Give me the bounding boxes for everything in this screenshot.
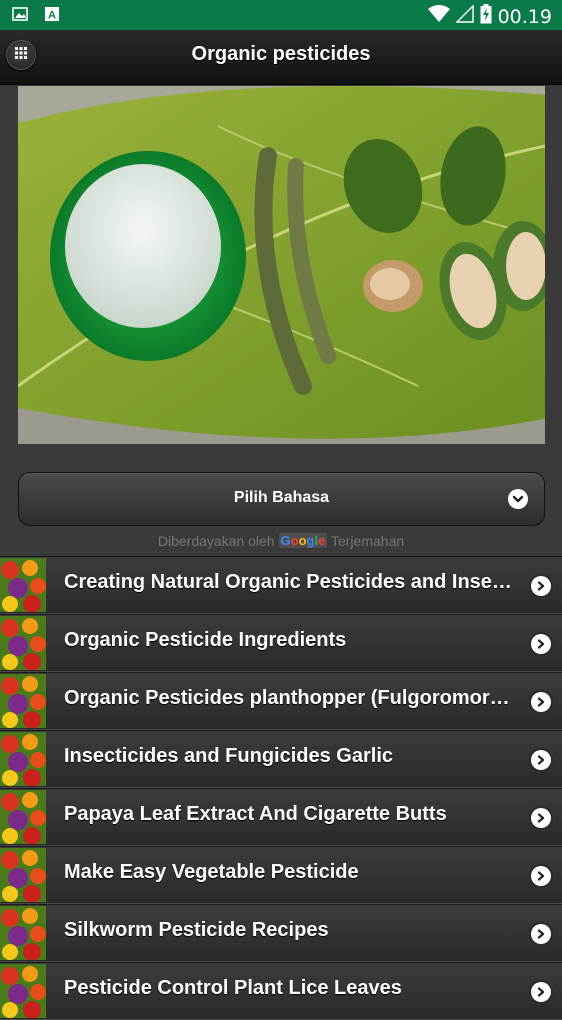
- powered-by-suffix: Terjemahan: [330, 533, 405, 549]
- status-bar: A 00.19: [0, 0, 562, 30]
- list-item-label: Make Easy Vegetable Pesticide: [64, 861, 359, 883]
- powered-by-google-translate: Diberdayakan oleh Google Terjemahan: [0, 533, 562, 549]
- list-item-label: Silkworm Pesticide Recipes: [64, 919, 329, 941]
- list-item[interactable]: Organic Pesticides planthopper (Fulgorom…: [0, 672, 562, 730]
- chevron-right-icon: [531, 982, 551, 1002]
- vegetables-thumbnail: [0, 790, 46, 844]
- vegetables-thumbnail: [0, 616, 46, 670]
- language-select[interactable]: Pilih Bahasa: [18, 472, 545, 526]
- chevron-right-icon: [531, 750, 551, 770]
- list-item-label: Creating Natural Organic Pesticides and …: [64, 571, 519, 593]
- vegetables-thumbnail: [0, 964, 46, 1018]
- chevron-right-icon: [531, 924, 551, 944]
- list-item[interactable]: Organic Pesticide Ingredients: [0, 614, 562, 672]
- article-list: Creating Natural Organic Pesticides and …: [0, 556, 562, 1020]
- list-item[interactable]: Silkworm Pesticide Recipes: [0, 904, 562, 962]
- svg-text:A: A: [48, 10, 56, 22]
- signal-icon: [454, 4, 474, 28]
- language-select-label: Pilih Bahasa: [233, 489, 330, 506]
- list-item[interactable]: Creating Natural Organic Pesticides and …: [0, 556, 562, 614]
- chevron-right-icon: [531, 634, 551, 654]
- image-icon: [12, 6, 28, 22]
- vegetables-thumbnail: [0, 732, 46, 786]
- vegetables-thumbnail: [0, 674, 46, 728]
- list-item[interactable]: Make Easy Vegetable Pesticide: [0, 846, 562, 904]
- keyboard-a-icon: A: [44, 6, 60, 22]
- chevron-right-icon: [531, 866, 551, 886]
- chevron-down-icon: [508, 489, 528, 509]
- status-time: 00.19: [497, 5, 552, 28]
- list-item-label: Organic Pesticides planthopper (Fulgorom…: [64, 687, 519, 709]
- list-item[interactable]: Pesticide Control Plant Lice Leaves: [0, 962, 562, 1020]
- list-item-label: Pesticide Control Plant Lice Leaves: [64, 977, 402, 999]
- app-header: Organic pesticides: [0, 30, 562, 85]
- chevron-right-icon: [531, 808, 551, 828]
- list-item-label: Organic Pesticide Ingredients: [64, 629, 347, 651]
- chevron-right-icon: [531, 576, 551, 596]
- wifi-icon: [427, 5, 450, 28]
- vegetables-thumbnail: [0, 848, 46, 902]
- battery-charging-icon: [480, 4, 492, 29]
- list-item[interactable]: Papaya Leaf Extract And Cigarette Butts: [0, 788, 562, 846]
- list-item[interactable]: Insecticides and Fungicides Garlic: [0, 730, 562, 788]
- chevron-right-icon: [531, 692, 551, 712]
- google-logo[interactable]: Google: [278, 533, 328, 548]
- list-item-label: Insecticides and Fungicides Garlic: [64, 745, 393, 767]
- powered-by-prefix: Diberdayakan oleh: [157, 533, 275, 549]
- page-title: Organic pesticides: [191, 43, 371, 65]
- hero-image: [18, 86, 545, 444]
- list-item-label: Papaya Leaf Extract And Cigarette Butts: [64, 803, 447, 825]
- vegetables-thumbnail: [0, 558, 46, 612]
- vegetables-thumbnail: [0, 906, 46, 960]
